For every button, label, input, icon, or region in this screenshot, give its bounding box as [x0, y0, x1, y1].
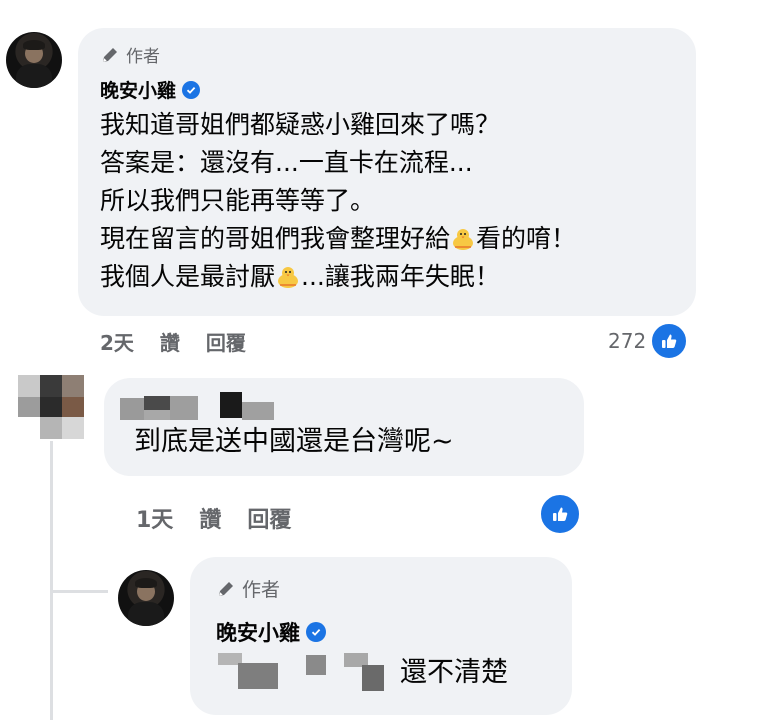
- comment-actions: 2天 讚 回覆: [100, 327, 246, 356]
- avatar-body: [128, 602, 164, 626]
- like-button[interactable]: 讚: [199, 502, 221, 534]
- redacted-author-name[interactable]: [120, 392, 280, 422]
- thread-connector-curve: [50, 590, 108, 593]
- author-name[interactable]: 晚安小雞: [100, 76, 176, 103]
- comment-timestamp[interactable]: 2天: [100, 327, 134, 356]
- comment-timestamp[interactable]: 1天: [136, 502, 173, 534]
- comment-body: 到底是送中國還是台灣呢~: [134, 426, 454, 457]
- author-tag-label: 作者: [126, 47, 160, 67]
- author-name-row: 晚安小雞: [100, 76, 201, 103]
- comment-line: 所以我們只能再等等了。: [100, 186, 376, 215]
- author-badge: 作者: [216, 575, 280, 602]
- author-avatar[interactable]: [6, 32, 62, 88]
- baby-chick-emoji-icon: [278, 267, 299, 288]
- thread-connector: [50, 441, 53, 720]
- avatar-body: [16, 64, 52, 88]
- reply-button[interactable]: 回覆: [206, 327, 246, 356]
- verified-badge-icon: [306, 622, 326, 642]
- avatar-hair: [134, 577, 158, 588]
- comment-line-text: 我個人是最討厭: [100, 262, 276, 291]
- author-avatar[interactable]: [118, 570, 174, 626]
- redacted-mention[interactable]: [208, 653, 388, 693]
- comment-bubble: 到底是送中國還是台灣呢~: [104, 378, 584, 476]
- comment-actions: 1天 讚 回覆: [136, 502, 291, 534]
- comment-line: 答案是：還沒有...一直卡在流程...: [100, 148, 473, 177]
- like-button[interactable]: 讚: [160, 327, 180, 356]
- comment-bubble: 作者 晚安小雞 我知道哥姐們都疑惑小雞回來了嗎？ 答案是：還沒有...一直卡在流…: [78, 28, 696, 316]
- author-badge: 作者: [100, 42, 160, 67]
- comment-line-text: 看的唷！: [476, 224, 577, 253]
- reaction-count: 272: [608, 329, 647, 353]
- reply-bubble: 作者 晚安小雞 還不清楚: [190, 557, 572, 715]
- comment-line-text: ...讓我兩年失眠！: [301, 262, 500, 291]
- reaction-summary[interactable]: 272: [608, 322, 689, 360]
- pencil-icon: [219, 581, 233, 596]
- comment-line: 我個人是最討厭 ...讓我兩年失眠！: [100, 258, 690, 296]
- blurred-avatar[interactable]: [18, 375, 84, 439]
- comment-line-text: 現在留言的哥姐們我會整理好給: [100, 224, 451, 253]
- verified-badge-icon: [182, 80, 201, 99]
- pencil-icon: [103, 47, 117, 62]
- reply-button[interactable]: 回覆: [247, 502, 291, 534]
- thumbs-up-icon: [650, 322, 689, 360]
- comment-body: 我知道哥姐們都疑惑小雞回來了嗎？ 答案是：還沒有...一直卡在流程... 所以我…: [100, 106, 690, 296]
- author-name[interactable]: 晚安小雞: [216, 617, 300, 647]
- author-tag-label: 作者: [242, 579, 281, 601]
- comment-line: 我知道哥姐們都疑惑小雞回來了嗎？: [100, 110, 501, 139]
- thumbs-up-icon[interactable]: [539, 493, 581, 535]
- author-name-row: 晚安小雞: [216, 617, 326, 647]
- baby-chick-emoji-icon: [453, 229, 474, 250]
- comment-line: 現在留言的哥姐們我會整理好給 看的唷！: [100, 220, 690, 258]
- reply-body: 還不清楚: [400, 657, 508, 688]
- avatar-hair: [22, 39, 46, 50]
